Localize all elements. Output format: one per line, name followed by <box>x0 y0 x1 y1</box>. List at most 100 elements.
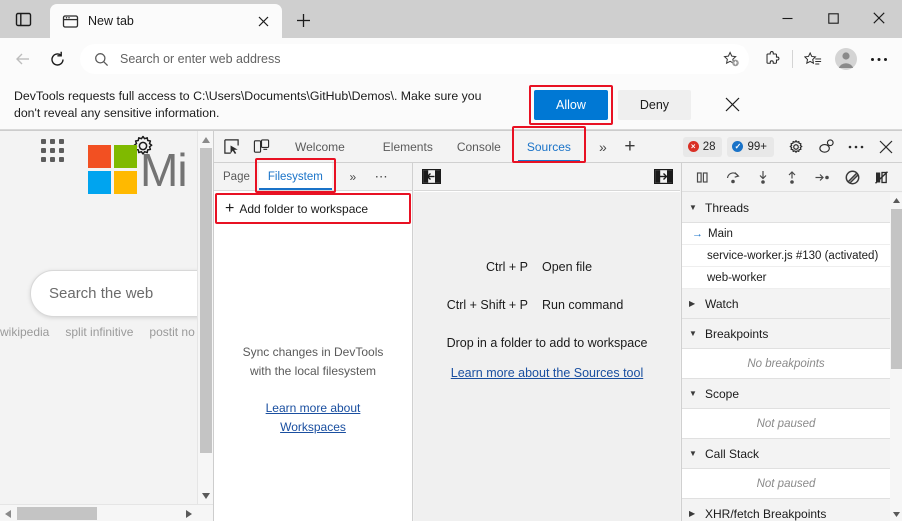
deny-button[interactable]: Deny <box>617 89 692 120</box>
trending-item-1[interactable]: split infinitive <box>65 325 133 339</box>
devtools-close-button[interactable] <box>873 134 899 160</box>
feedback-icon <box>818 139 834 153</box>
refresh-button[interactable] <box>40 44 74 74</box>
profile-button[interactable] <box>830 44 862 74</box>
workspaces-link[interactable]: Workspaces <box>280 418 346 437</box>
scroll-left-button[interactable] <box>0 505 16 521</box>
page-scroll-thumb[interactable] <box>200 148 212 453</box>
message-count-badge[interactable]: ✓ 99+ <box>727 136 774 157</box>
browser-settings-button[interactable] <box>862 44 896 74</box>
address-bar[interactable] <box>80 44 749 74</box>
page-search-box[interactable]: Search the web <box>30 270 213 317</box>
error-circle-icon: × <box>687 141 699 152</box>
close-window-button[interactable] <box>856 0 902 36</box>
device-emulation-button[interactable] <box>248 134 274 160</box>
trending-item-0[interactable]: wikipedia <box>0 325 49 339</box>
debugger-sidebar: ▼ Threads → Main service-worker.js #130 … <box>681 163 902 521</box>
step-over-button[interactable] <box>722 167 743 188</box>
back-button[interactable] <box>6 44 40 74</box>
devtools-settings-button[interactable] <box>783 134 809 160</box>
section-header-threads[interactable]: ▼ Threads <box>682 193 890 223</box>
show-debugger-button[interactable] <box>652 167 674 187</box>
step-into-button[interactable] <box>752 167 773 188</box>
add-folder-label: Add folder to workspace <box>239 202 369 216</box>
brand-text: Mi <box>140 144 188 196</box>
app-launcher-icon[interactable] <box>41 139 64 162</box>
navigator-tab-page[interactable]: Page <box>214 163 259 190</box>
section-title: Call Stack <box>705 446 760 461</box>
tab-close-button[interactable] <box>252 10 274 32</box>
workspaces-learn-more-link[interactable]: Learn more about <box>266 399 361 418</box>
notification-close-button[interactable] <box>717 90 747 120</box>
shortcut-description: Run command <box>542 298 624 312</box>
navigator-options-button[interactable]: ⋯ <box>370 166 394 188</box>
add-panel-button[interactable]: + <box>616 134 644 160</box>
allow-button-wrapper: Allow <box>529 84 613 125</box>
maximize-button[interactable] <box>810 0 856 36</box>
add-folder-to-workspace-button[interactable]: + Add folder to workspace <box>219 197 406 221</box>
chevron-double-right-icon: » <box>349 169 357 184</box>
debugger-scrollbar[interactable] <box>890 193 902 521</box>
debugger-scroll-down-button[interactable] <box>890 507 902 521</box>
sources-tool-learn-more-link[interactable]: Learn more about the Sources tool <box>451 366 643 380</box>
more-tabs-button[interactable]: » <box>590 134 616 160</box>
trending-item-2[interactable]: postit no <box>149 325 194 339</box>
debugger-sections: ▼ Threads → Main service-worker.js #130 … <box>682 193 890 521</box>
inspect-element-button[interactable] <box>218 134 244 160</box>
deactivate-breakpoints-button[interactable] <box>842 167 863 188</box>
page-hscroll-thumb[interactable] <box>17 507 97 520</box>
caret-left-icon <box>5 509 11 518</box>
thread-item-web-worker[interactable]: web-worker <box>682 267 890 289</box>
section-header-call-stack[interactable]: ▼ Call Stack <box>682 439 890 469</box>
section-header-scope[interactable]: ▼ Scope <box>682 379 890 409</box>
page-horizontal-scrollbar[interactable] <box>0 504 213 521</box>
drop-folder-hint: Drop in a folder to add to workspace <box>446 336 648 350</box>
navigator-empty-line1: Sync changes in DevTools <box>242 345 384 359</box>
minimize-button[interactable] <box>764 0 810 36</box>
debugger-scroll-thumb[interactable] <box>891 209 902 369</box>
notification-message-line1: DevTools requests full access to C:\User… <box>14 88 482 103</box>
close-icon <box>879 140 893 153</box>
devtools-tab-console[interactable]: Console <box>446 131 512 162</box>
devtools-tab-welcome[interactable]: Welcome <box>284 131 356 162</box>
navigator-tab-filesystem[interactable]: Filesystem <box>258 163 332 190</box>
caret-right-icon <box>186 509 192 518</box>
error-count-badge[interactable]: × 28 <box>682 136 723 157</box>
pause-script-button[interactable] <box>692 167 713 188</box>
new-tab-button[interactable] <box>288 5 318 35</box>
pause-on-exceptions-button[interactable] <box>871 167 892 188</box>
section-header-breakpoints[interactable]: ▼ Breakpoints <box>682 319 890 349</box>
section-header-watch[interactable]: ▶ Watch <box>682 289 890 319</box>
thread-item-main[interactable]: → Main <box>682 223 890 245</box>
section-header-xhr-breakpoints[interactable]: ▶ XHR/fetch Breakpoints <box>682 499 890 521</box>
devtools-tab-sources[interactable]: Sources <box>516 131 582 162</box>
devtools-tab-elements[interactable]: Elements <box>372 131 444 162</box>
scroll-right-button[interactable] <box>181 505 197 521</box>
devtools-customize-button[interactable] <box>813 134 839 160</box>
step-button[interactable] <box>812 167 833 188</box>
scroll-down-button[interactable] <box>198 487 214 504</box>
allow-button[interactable]: Allow <box>534 89 608 120</box>
plus-icon: + <box>225 200 235 217</box>
chevron-down-icon: ▼ <box>689 389 697 398</box>
page-vertical-scrollbar[interactable] <box>197 131 213 504</box>
extensions-button[interactable] <box>755 44 789 74</box>
navigator-more-tabs-button[interactable]: » <box>342 166 364 188</box>
debugger-scroll-up-button[interactable] <box>890 193 902 207</box>
step-out-button[interactable] <box>782 167 803 188</box>
step-icon <box>815 173 830 181</box>
search-icon <box>94 52 109 67</box>
thread-item-service-worker[interactable]: service-worker.js #130 (activated) <box>682 245 890 267</box>
add-favorite-button[interactable] <box>717 46 745 72</box>
devtools-more-button[interactable] <box>843 134 869 160</box>
new-tab-page: Mi Search the web wikipedia split infini… <box>0 131 213 503</box>
collections-button[interactable] <box>796 44 830 74</box>
devtools-tabbar-actions: × 28 ✓ 99+ <box>682 134 902 160</box>
browser-tab[interactable]: New tab <box>50 4 282 38</box>
address-input[interactable] <box>120 52 717 66</box>
tab-label: Filesystem <box>267 170 323 183</box>
show-navigator-button[interactable] <box>420 167 442 187</box>
scroll-up-button[interactable] <box>198 131 214 148</box>
tab-search-button[interactable] <box>4 2 42 36</box>
pause-icon <box>697 171 709 183</box>
